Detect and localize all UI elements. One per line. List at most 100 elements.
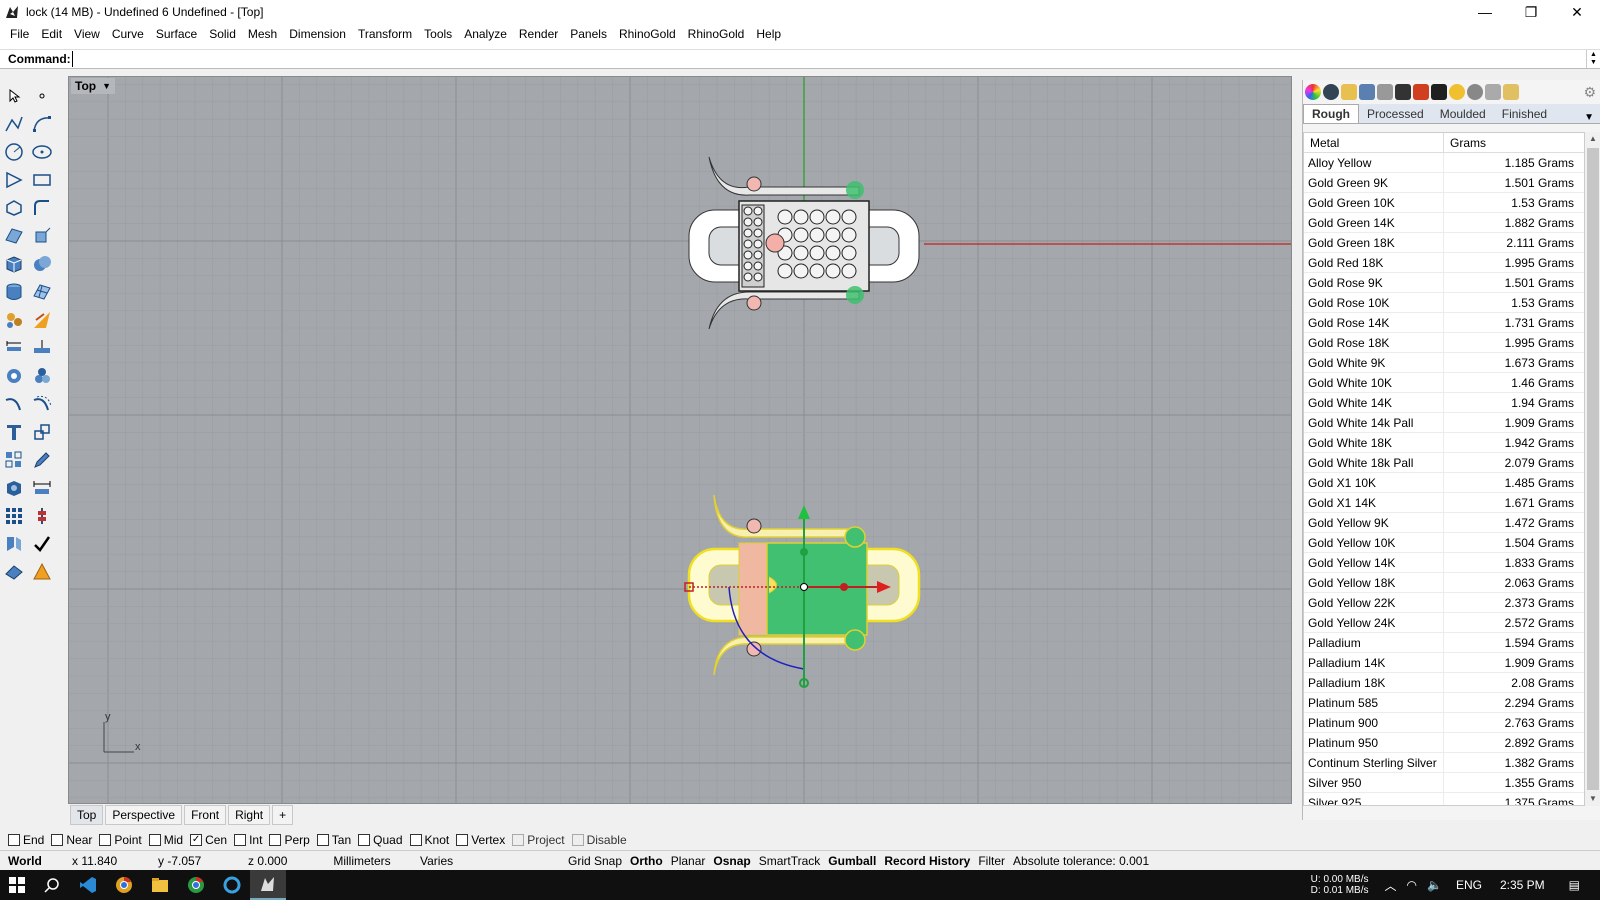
table-row[interactable]: Continum Sterling Silver 1.382 Grams [1304,753,1584,773]
sweep-icon[interactable] [2,532,26,556]
sun-icon[interactable] [1449,84,1465,100]
menu-panels[interactable]: Panels [564,27,613,41]
table-row[interactable]: Platinum 900 2.763 Grams [1304,713,1584,733]
table-row[interactable]: Palladium 18K 2.08 Grams [1304,673,1584,693]
osnap-toggle[interactable]: Osnap [709,854,754,868]
ellipse-icon[interactable] [30,140,54,164]
table-row[interactable]: Gold Green 10K 1.53 Grams [1304,193,1584,213]
boolean-icon[interactable] [30,252,54,276]
minimize-button[interactable]: — [1462,0,1508,24]
vscode-icon[interactable] [70,870,106,900]
wifi-icon[interactable]: ◠ [1407,878,1417,892]
menu-solid[interactable]: Solid [203,27,242,41]
text-icon[interactable] [2,420,26,444]
rhinogold-wizard-icon[interactable] [30,308,54,332]
menu-analyze[interactable]: Analyze [458,27,513,41]
section-icon[interactable] [30,336,54,360]
viewport-title-label[interactable]: Top [75,79,96,93]
menu-mesh[interactable]: Mesh [242,27,283,41]
calculator-icon[interactable] [1485,84,1501,100]
table-row[interactable]: Gold White 9K 1.673 Grams [1304,353,1584,373]
osnap-perp[interactable]: Perp [269,833,310,847]
command-scroll[interactable]: ▲ ▼ [1586,50,1600,68]
osnap-checkbox[interactable] [269,834,282,846]
windows-start-icon[interactable] [0,870,34,900]
viewport-title[interactable]: Top ▼ [71,78,116,94]
table-row[interactable]: Gold Green 14K 1.882 Grams [1304,213,1584,233]
table-row[interactable]: Gold Yellow 18K 2.063 Grams [1304,573,1584,593]
cap-icon[interactable] [2,560,26,584]
units-label[interactable]: Millimeters [308,854,416,868]
osnap-point[interactable]: Point [99,833,142,847]
analyze-icon[interactable] [2,364,26,388]
tab-right[interactable]: Right [228,805,271,825]
gumball-icon[interactable] [30,504,54,528]
tab-finished[interactable]: Finished [1494,105,1555,123]
osnap-end[interactable]: End [8,833,44,847]
gems-icon[interactable] [2,308,26,332]
osnap-mid[interactable]: Mid [148,833,183,847]
top-viewport[interactable]: y x Top ▼ [68,76,1292,804]
panel-settings-gear-icon[interactable]: ⚙ [1583,84,1596,101]
brush-icon[interactable] [1377,84,1393,100]
polyline-icon[interactable] [2,112,26,136]
table-scrollbar[interactable]: ▲ ▼ [1585,132,1600,806]
table-row[interactable]: Alloy Yellow 1.185 Grams [1304,153,1584,173]
menu-view[interactable]: View [68,27,106,41]
osnap-project[interactable]: Project [512,833,565,847]
osnap-disable[interactable]: Disable [571,833,627,847]
extrude-icon[interactable] [30,224,54,248]
layer-label[interactable]: Varies [416,854,476,868]
cylinder-icon[interactable] [2,280,26,304]
rhinogold-logo-icon[interactable] [1431,84,1447,100]
tab-perspective[interactable]: Perspective [105,805,183,825]
circle-icon[interactable] [2,140,26,164]
add-viewport-tab-icon[interactable]: + [272,805,294,825]
table-row[interactable]: Gold Rose 18K 1.995 Grams [1304,333,1584,353]
cone-icon[interactable] [30,560,54,584]
array-icon[interactable] [2,448,26,472]
menu-dimension[interactable]: Dimension [283,27,352,41]
osnap-quad[interactable]: Quad [358,833,403,847]
menu-rhinogold-2[interactable]: RhinoGold [682,27,751,41]
osnap-checkbox[interactable] [512,834,525,846]
table-row[interactable]: Gold Rose 14K 1.731 Grams [1304,313,1584,333]
planar-toggle[interactable]: Planar [667,854,710,868]
table-row[interactable]: Gold X1 14K 1.671 Grams [1304,493,1584,513]
check-icon[interactable] [30,532,54,556]
gumball-toggle[interactable]: Gumball [824,854,880,868]
table-row[interactable]: Gold Red 18K 1.995 Grams [1304,253,1584,273]
table-row[interactable]: Gold X1 10K 1.485 Grams [1304,473,1584,493]
table-row[interactable]: Gold Rose 9K 1.501 Grams [1304,273,1584,293]
osnap-near[interactable]: Near [51,833,92,847]
weight-icon[interactable] [1503,84,1519,100]
table-row[interactable]: Gold Yellow 10K 1.504 Grams [1304,533,1584,553]
volume-icon[interactable]: 🔈 [1427,878,1442,892]
tab-front[interactable]: Front [184,805,227,825]
render-icon[interactable] [30,364,54,388]
table-row[interactable]: Gold Yellow 24K 2.572 Grams [1304,613,1584,633]
tab-rough[interactable]: Rough [1303,104,1359,123]
osnap-knot[interactable]: Knot [409,833,449,847]
menu-surface[interactable]: Surface [150,27,203,41]
osnap-vertex[interactable]: Vertex [456,833,505,847]
grid-snap-toggle[interactable]: Grid Snap [564,854,626,868]
tray-chevron-icon[interactable]: ︿ [1384,877,1396,894]
scrollbar-thumb[interactable] [1587,148,1599,790]
ortho-toggle[interactable]: Ortho [626,854,667,868]
tabs-dropdown-chevron-icon[interactable]: ▼ [1578,112,1600,123]
osnap-checkbox[interactable] [456,834,469,846]
notifications-icon[interactable]: ▤ [1569,878,1580,892]
mesh-icon[interactable] [30,280,54,304]
color-wheel-icon[interactable] [1305,84,1321,100]
table-row[interactable]: Gold White 14K 1.94 Grams [1304,393,1584,413]
surface-icon[interactable] [2,224,26,248]
box-icon[interactable] [2,252,26,276]
monitor-icon[interactable] [1395,84,1411,100]
table-row[interactable]: Palladium 14K 1.909 Grams [1304,653,1584,673]
chrome-icon[interactable] [106,870,142,900]
maximize-button[interactable]: ❐ [1508,0,1554,24]
table-row[interactable]: Silver 950 1.355 Grams [1304,773,1584,793]
table-row[interactable]: Gold White 18K 1.942 Grams [1304,433,1584,453]
tab-moulded[interactable]: Moulded [1432,105,1494,123]
